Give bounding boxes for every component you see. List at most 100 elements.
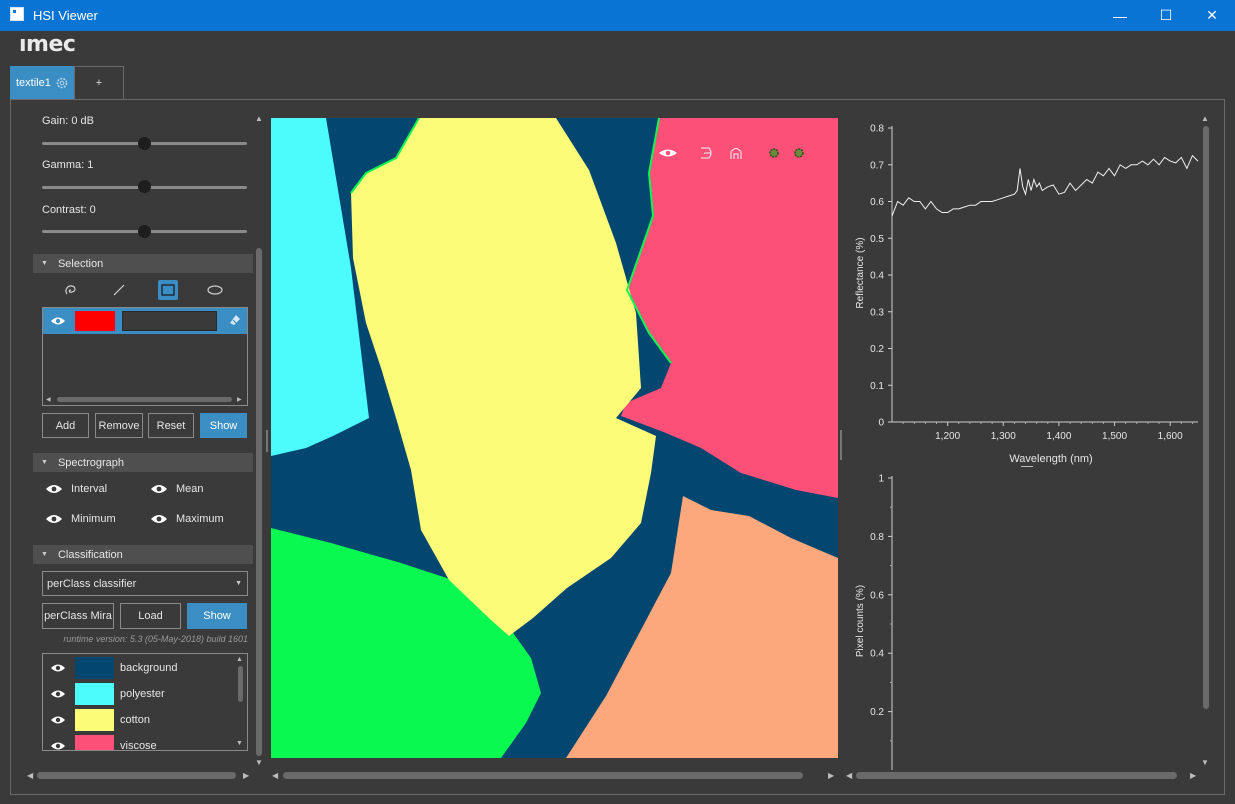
show-classification-button[interactable]: Show [187,603,247,629]
class-name: background [120,662,178,674]
y-tick-label: 1 [878,474,884,485]
left-panel-scrollbar[interactable] [256,248,262,756]
eye-icon[interactable] [50,689,66,699]
eye-icon[interactable] [50,663,66,673]
selection-list-hscrollbar[interactable] [57,397,232,402]
class-color-swatch[interactable] [75,657,114,679]
gear-icon[interactable] [769,148,779,158]
y-tick-label: 0.8 [870,532,884,543]
class-list-scroll-up-arrow[interactable]: ▲ [236,656,243,663]
minimize-button[interactable]: — [1097,0,1143,31]
y-tick-label: 0.2 [870,344,884,355]
chart-hscroll-right-arrow[interactable]: ▶ [1190,771,1196,780]
eye-icon[interactable] [50,715,66,725]
class-list-scrollbar[interactable] [238,666,243,702]
class-row-polyester[interactable]: polyester [43,681,233,707]
imec-logo: ımec [19,32,76,57]
maximum-toggle[interactable]: Maximum [150,513,224,525]
class-color-swatch[interactable] [75,683,114,705]
left-hscroll-right-arrow[interactable]: ▶ [243,771,249,780]
y-tick-label: 0 [878,418,884,429]
load-button[interactable]: Load [120,603,181,629]
remove-button[interactable]: Remove [95,413,143,438]
maximize-button[interactable]: ☐ [1143,0,1189,31]
collapse-arrow-icon: ▼ [41,260,48,267]
tab-textile1[interactable]: textile1 [10,66,74,100]
tab-label: textile1 [16,77,51,89]
classifier-select[interactable]: perClass classifier ▼ [42,571,248,596]
y-tick-label: 0.5 [870,234,884,245]
show-selection-button[interactable]: Show [200,413,247,438]
left-scroll-up-arrow[interactable]: ▲ [255,114,263,123]
rectangle-tool-button[interactable] [158,280,178,300]
add-tab-button[interactable]: + [74,66,124,100]
line-icon[interactable] [112,283,126,297]
gamma-slider-handle[interactable] [138,180,151,193]
classification-section-header[interactable]: ▼ Classification [33,545,253,564]
reset-button[interactable]: Reset [148,413,194,438]
left-scroll-down-arrow[interactable]: ▼ [255,758,263,767]
ellipse-icon[interactable] [206,284,224,296]
add-button[interactable]: Add [42,413,89,438]
right-splitter-handle[interactable] [840,430,842,460]
left-panel-hscrollbar[interactable] [37,772,236,779]
list-scroll-right-arrow[interactable]: ▶ [237,396,242,403]
close-button[interactable]: ✕ [1189,0,1235,31]
lasso-icon[interactable] [63,282,79,298]
mean-toggle[interactable]: Mean [150,483,204,495]
eye-icon [151,515,167,523]
class-row-background[interactable]: background [43,655,233,681]
list-scroll-left-arrow[interactable]: ◀ [46,396,51,403]
reflectance-chart[interactable]: 0 0.1 0.2 0.3 0.4 0.5 0.6 0.7 0.8 1,200 1,300 1,400… [846,118,1206,470]
classification-image[interactable] [271,118,838,758]
right-scroll-down-arrow[interactable]: ▼ [1201,758,1209,767]
interval-label: Interval [71,483,108,495]
class-color-swatch[interactable] [75,709,114,731]
chart-hscrollbar[interactable] [856,772,1177,779]
image-hscroll-right-arrow[interactable]: ▶ [828,771,834,780]
app-icon [10,7,24,21]
mean-label: Mean [176,483,204,495]
collapse-arrow-icon: ▼ [41,551,48,558]
spectrograph-section-header[interactable]: ▼ Spectrograph [33,453,253,472]
class-color-swatch[interactable] [75,735,114,750]
right-scroll-up-arrow[interactable]: ▲ [1201,114,1209,123]
settings-gear-icon[interactable] [55,76,69,90]
pixel-count-chart[interactable]: 1 0.8 0.6 0.4 0.2 Pixel counts (%) [846,470,906,770]
selection-color-swatch[interactable] [75,311,115,331]
perclass-mira-button[interactable]: perClass Mira [42,603,114,629]
eraser-icon[interactable] [228,313,242,327]
y-tick-label: 0.2 [870,707,884,718]
contrast-slider-handle[interactable] [138,225,151,238]
eye-icon[interactable] [50,316,66,326]
gear-icon[interactable] [794,148,804,158]
right-panel-scrollbar[interactable] [1203,126,1209,709]
window-title: HSI Viewer [33,8,98,23]
left-hscroll-left-arrow[interactable]: ◀ [27,771,33,780]
eye-icon [46,485,62,493]
minimum-label: Minimum [71,513,116,525]
interval-toggle[interactable]: Interval [45,483,107,495]
gamma-label: Gamma: 1 [42,159,94,171]
legend-line-marker [1021,466,1033,467]
eye-icon[interactable] [50,741,66,751]
selection-item[interactable] [43,308,247,334]
class-row-cotton[interactable]: cotton [43,707,233,733]
chart-hscroll-left-arrow[interactable]: ◀ [846,771,852,780]
y-tick-label: 0.6 [870,197,884,208]
class-row-viscose[interactable]: viscose [43,733,233,751]
y-tick-label: 0.6 [870,590,884,601]
reflectance-series-line [891,154,1199,217]
image-hscroll-left-arrow[interactable]: ◀ [272,771,278,780]
selection-name-input[interactable] [122,311,217,331]
contrast-label: Contrast: 0 [42,204,96,216]
y-tick-label: 0.4 [870,271,884,282]
minimum-toggle[interactable]: Minimum [45,513,116,525]
left-splitter-handle[interactable] [266,430,268,452]
image-hscrollbar[interactable] [283,772,803,779]
selection-header-label: Selection [57,257,104,270]
class-list-scroll-down-arrow[interactable]: ▼ [236,740,243,747]
selection-section-header[interactable]: ▼ Selection [33,254,253,273]
gain-slider-handle[interactable] [138,137,151,150]
title-bar: HSI Viewer — ☐ ✕ [0,0,1235,31]
